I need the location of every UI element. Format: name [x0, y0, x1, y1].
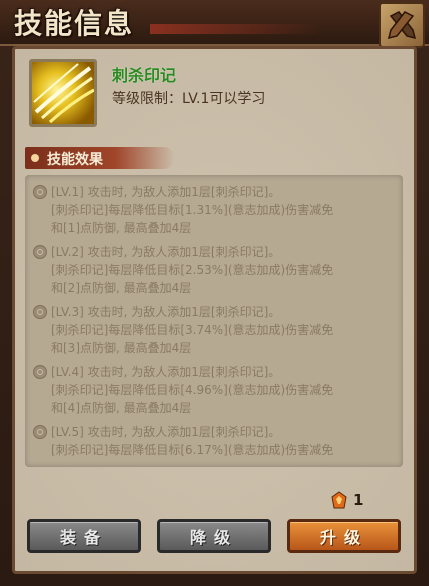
effect-line: [刺杀印记]每层降低目标[1.31%](意志加成)伤害减免 [51, 203, 334, 217]
effect-line: [LV.3] 攻击时, 为敌人添加1层[刺杀印记]。 [51, 305, 281, 319]
effect-line: [刺杀印记]每层降低目标[2.53%](意志加成)伤害减免 [51, 263, 334, 277]
effect-line: [刺杀印记]每层降低目标[3.74%](意志加成)伤害减免 [51, 323, 334, 337]
effect-line: [LV.2] 攻击时, 为敌人添加1层[刺杀印记]。 [51, 245, 281, 259]
effect-item: [LV.5] 攻击时, 为敌人添加1层[刺杀印记]。 [刺杀印记]每层降低目标[… [33, 423, 397, 459]
downgrade-button[interactable]: 降级 [157, 519, 271, 553]
tab-label: 技能效果 [47, 152, 103, 168]
skill-book-icon [331, 491, 347, 509]
effect-item: [LV.1] 攻击时, 为敌人添加1层[刺杀印记]。 [刺杀印记]每层降低目标[… [33, 183, 397, 237]
effect-item: [LV.3] 攻击时, 为敌人添加1层[刺杀印记]。 [刺杀印记]每层降低目标[… [33, 303, 397, 357]
cost-value: 1 [353, 491, 364, 509]
effect-line: 和[3]点防御, 最高叠加4层 [51, 341, 192, 355]
skill-icon[interactable] [29, 59, 97, 127]
effect-line: [LV.5] 攻击时, 为敌人添加1层[刺杀印记]。 [51, 425, 281, 439]
skill-info-window: 技能信息 刺杀印记 等级限制：LV.1可以学习 技能效果 [LV.1] 攻击时,… [0, 0, 429, 586]
effect-line: 和[2]点防御, 最高叠加4层 [51, 281, 192, 295]
effect-line: 和[1]点防御, 最高叠加4层 [51, 221, 192, 235]
skill-effect-tab: 技能效果 [25, 147, 175, 169]
close-icon [387, 11, 417, 40]
tab-dot-icon [31, 154, 39, 162]
upgrade-button[interactable]: 升级 [287, 519, 401, 553]
title-decoration [150, 24, 320, 34]
effect-line: 和[4]点防御, 最高叠加4层 [51, 401, 192, 415]
effect-item: [LV.4] 攻击时, 为敌人添加1层[刺杀印记]。 [刺杀印记]每层降低目标[… [33, 363, 397, 417]
effect-line: [LV.4] 攻击时, 为敌人添加1层[刺杀印记]。 [51, 365, 281, 379]
slash-claw-icon [33, 63, 94, 124]
effect-line: [刺杀印记]每层降低目标[4.96%](意志加成)伤害减免 [51, 383, 334, 397]
effects-list[interactable]: [LV.1] 攻击时, 为敌人添加1层[刺杀印记]。 [刺杀印记]每层降低目标[… [25, 175, 403, 467]
upgrade-cost: 1 [331, 489, 363, 511]
effect-line: [刺杀印记]每层降低目标[6.17%](意志加成)伤害减免 [51, 443, 334, 457]
effect-item: [LV.2] 攻击时, 为敌人添加1层[刺杀印记]。 [刺杀印记]每层降低目标[… [33, 243, 397, 297]
window-header: 技能信息 [0, 0, 429, 48]
effect-line: [LV.1] 攻击时, 为敌人添加1层[刺杀印记]。 [51, 185, 281, 199]
level-requirement: 等级限制：LV.1可以学习 [112, 91, 266, 107]
content-area: 刺杀印记 等级限制：LV.1可以学习 技能效果 [LV.1] 攻击时, 为敌人添… [12, 46, 417, 574]
close-button[interactable] [379, 2, 425, 48]
window-title: 技能信息 [14, 7, 135, 40]
skill-name: 刺杀印记 [112, 66, 177, 85]
equip-button[interactable]: 装备 [27, 519, 141, 553]
